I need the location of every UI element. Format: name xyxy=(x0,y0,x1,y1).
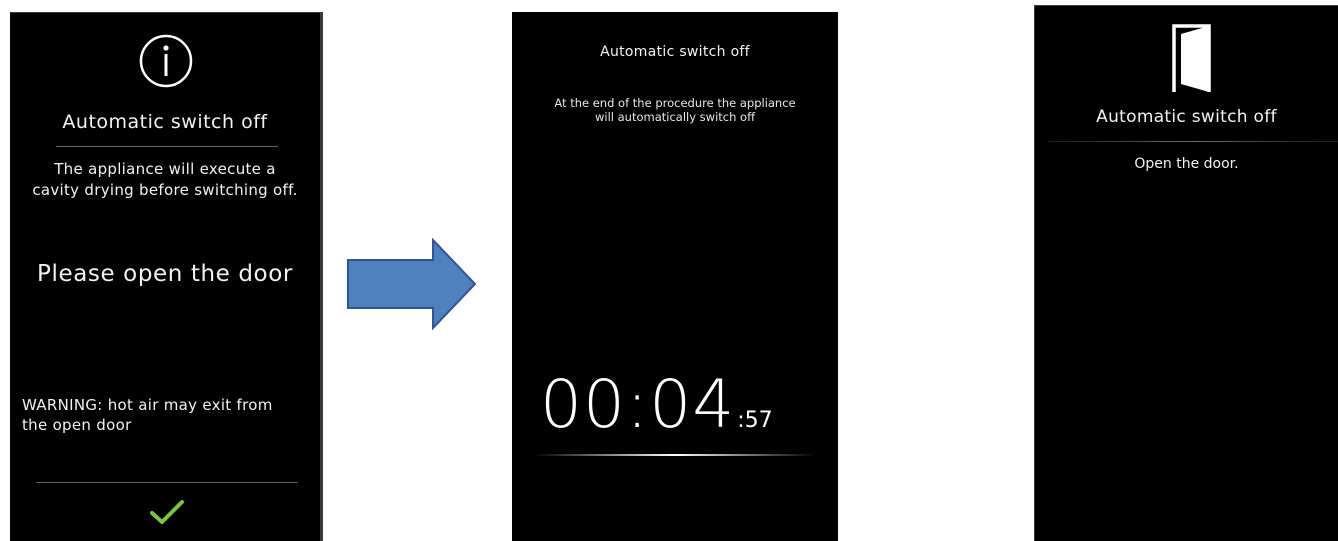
divider xyxy=(56,146,278,147)
screen-countdown: Automatic switch off At the end of the p… xyxy=(512,12,838,541)
door-title: Automatic switch off xyxy=(1096,107,1277,127)
warning-text: WARNING: hot air may exit from the open … xyxy=(22,395,317,435)
countdown-timer: 00:04:57 xyxy=(540,366,773,443)
timer-minutes: 00:04 xyxy=(540,366,736,443)
countdown-title: Automatic switch off xyxy=(600,44,750,60)
description-line: At the end of the procedure the applianc… xyxy=(554,96,796,110)
checkmark-icon[interactable] xyxy=(147,497,187,527)
screen-confirm-dialog: Automatic switch off The appliance will … xyxy=(10,12,323,541)
warning-line: the open door xyxy=(22,416,132,434)
timer-underline xyxy=(534,454,816,456)
door-icon xyxy=(1172,24,1211,92)
door-instruction: Open the door. xyxy=(1134,156,1239,172)
body-line: cavity drying before switching off. xyxy=(32,181,298,199)
countdown-description: At the end of the procedure the applianc… xyxy=(512,96,838,124)
info-icon xyxy=(139,34,193,88)
open-door-prompt: Please open the door xyxy=(37,261,293,287)
description-line: will automatically switch off xyxy=(594,110,756,124)
timer-seconds: :57 xyxy=(737,408,773,433)
body-line: The appliance will execute a xyxy=(54,160,276,178)
screen-open-door: Automatic switch off Open the door. xyxy=(1034,5,1338,541)
warning-line: WARNING: hot air may exit from xyxy=(22,396,273,414)
dialog-title: Automatic switch off xyxy=(62,111,268,133)
dialog-body: The appliance will execute a cavity dryi… xyxy=(10,159,320,201)
divider xyxy=(36,482,298,483)
divider xyxy=(1047,141,1338,142)
right-arrow-icon xyxy=(347,238,477,330)
